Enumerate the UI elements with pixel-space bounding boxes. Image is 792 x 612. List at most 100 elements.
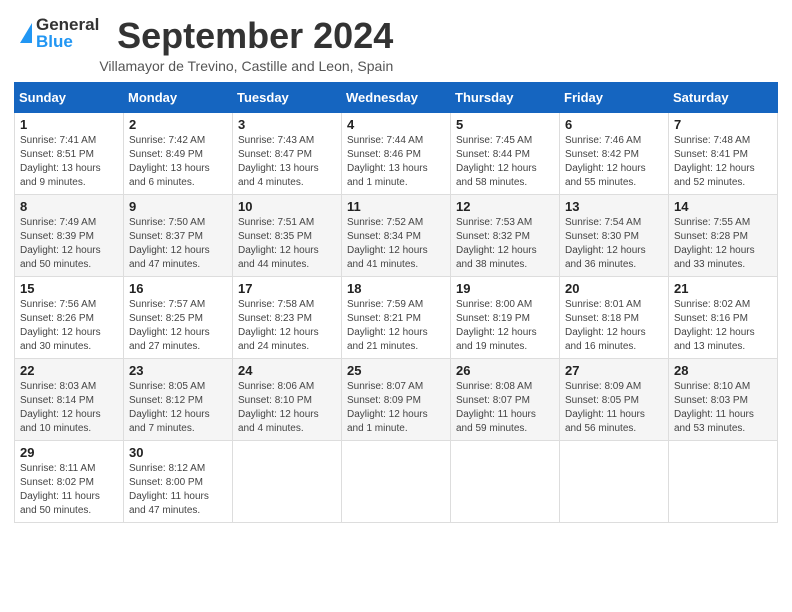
logo: General Blue [20, 16, 99, 50]
day-number: 9 [129, 199, 227, 214]
calendar-cell: 14 Sunrise: 7:55 AMSunset: 8:28 PMDayligh… [669, 194, 778, 276]
location-subtitle: Villamayor de Trevino, Castille and Leon… [99, 58, 393, 74]
calendar-cell: 25Sunrise: 8:07 AMSunset: 8:09 PMDayligh… [342, 358, 451, 440]
day-info: Sunrise: 7:44 AMSunset: 8:46 PMDaylight:… [347, 134, 445, 190]
day-info: Sunrise: 8:09 AMSunset: 8:05 PMDaylight:… [565, 380, 663, 436]
calendar-cell: 16Sunrise: 7:57 AMSunset: 8:25 PMDayligh… [124, 276, 233, 358]
day-info: Sunrise: 7:52 AMSunset: 8:34 PMDaylight:… [347, 216, 445, 272]
calendar-dow-monday: Monday [124, 82, 233, 112]
day-number: 27 [565, 363, 663, 378]
day-info: Sunrise: 8:05 AMSunset: 8:12 PMDaylight:… [129, 380, 227, 436]
calendar-cell: 18Sunrise: 7:59 AMSunset: 8:21 PMDayligh… [342, 276, 451, 358]
calendar-cell [560, 440, 669, 522]
calendar-cell: 12Sunrise: 7:53 AMSunset: 8:32 PMDayligh… [451, 194, 560, 276]
day-number: 21 [674, 281, 772, 296]
calendar-cell: 1Sunrise: 7:41 AMSunset: 8:51 PMDaylight… [15, 112, 124, 194]
calendar-dow-thursday: Thursday [451, 82, 560, 112]
day-info: Sunrise: 8:11 AMSunset: 8:02 PMDaylight:… [20, 462, 118, 518]
day-number: 23 [129, 363, 227, 378]
calendar-cell: 28 Sunrise: 8:10 AMSunset: 8:03 PMDayligh… [669, 358, 778, 440]
calendar-week-row: 22 Sunrise: 8:03 AMSunset: 8:14 PMDayligh… [15, 358, 778, 440]
day-number: 28 [674, 363, 772, 378]
calendar-dow-saturday: Saturday [669, 82, 778, 112]
calendar-week-row: 1Sunrise: 7:41 AMSunset: 8:51 PMDaylight… [15, 112, 778, 194]
logo-blue: Blue [36, 33, 99, 50]
day-number: 12 [456, 199, 554, 214]
day-info: Sunrise: 7:58 AMSunset: 8:23 PMDaylight:… [238, 298, 336, 354]
calendar-cell: 3 Sunrise: 7:43 AMSunset: 8:47 PMDaylight… [233, 112, 342, 194]
day-number: 6 [565, 117, 663, 132]
calendar-cell: 23 Sunrise: 8:05 AMSunset: 8:12 PMDayligh… [124, 358, 233, 440]
day-number: 22 [20, 363, 118, 378]
calendar-cell: 29Sunrise: 8:11 AMSunset: 8:02 PMDayligh… [15, 440, 124, 522]
day-number: 2 [129, 117, 227, 132]
day-info: Sunrise: 7:56 AMSunset: 8:26 PMDaylight:… [20, 298, 118, 354]
day-number: 3 [238, 117, 336, 132]
day-info: Sunrise: 7:49 AMSunset: 8:39 PMDaylight:… [20, 216, 118, 272]
day-number: 19 [456, 281, 554, 296]
calendar-dow-wednesday: Wednesday [342, 82, 451, 112]
calendar-cell: 24 Sunrise: 8:06 AMSunset: 8:10 PMDayligh… [233, 358, 342, 440]
calendar-cell: 11 Sunrise: 7:52 AMSunset: 8:34 PMDayligh… [342, 194, 451, 276]
page-header: General Blue September 2024 Villamayor d… [0, 0, 792, 82]
calendar-week-row: 8 Sunrise: 7:49 AMSunset: 8:39 PMDaylight… [15, 194, 778, 276]
calendar-cell: 19Sunrise: 8:00 AMSunset: 8:19 PMDayligh… [451, 276, 560, 358]
day-info: Sunrise: 7:45 AMSunset: 8:44 PMDaylight:… [456, 134, 554, 190]
day-info: Sunrise: 7:48 AMSunset: 8:41 PMDaylight:… [674, 134, 772, 190]
day-info: Sunrise: 8:12 AMSunset: 8:00 PMDaylight:… [129, 462, 227, 518]
day-info: Sunrise: 7:55 AMSunset: 8:28 PMDaylight:… [674, 216, 772, 272]
day-number: 14 [674, 199, 772, 214]
calendar-cell: 20Sunrise: 8:01 AMSunset: 8:18 PMDayligh… [560, 276, 669, 358]
calendar-cell: 22 Sunrise: 8:03 AMSunset: 8:14 PMDayligh… [15, 358, 124, 440]
calendar-week-row: 15 Sunrise: 7:56 AMSunset: 8:26 PMDayligh… [15, 276, 778, 358]
calendar-cell: 5Sunrise: 7:45 AMSunset: 8:44 PMDaylight… [451, 112, 560, 194]
day-info: Sunrise: 8:06 AMSunset: 8:10 PMDaylight:… [238, 380, 336, 436]
calendar-dow-friday: Friday [560, 82, 669, 112]
day-number: 1 [20, 117, 118, 132]
month-title: September 2024 [99, 16, 393, 56]
day-number: 8 [20, 199, 118, 214]
calendar-table: SundayMondayTuesdayWednesdayThursdayFrid… [14, 82, 778, 523]
day-number: 24 [238, 363, 336, 378]
calendar-wrapper: SundayMondayTuesdayWednesdayThursdayFrid… [0, 82, 792, 533]
day-info: Sunrise: 7:42 AMSunset: 8:49 PMDaylight:… [129, 134, 227, 190]
calendar-cell: 4Sunrise: 7:44 AMSunset: 8:46 PMDaylight… [342, 112, 451, 194]
calendar-cell: 7 Sunrise: 7:48 AMSunset: 8:41 PMDaylight… [669, 112, 778, 194]
day-info: Sunrise: 8:01 AMSunset: 8:18 PMDaylight:… [565, 298, 663, 354]
calendar-dow-tuesday: Tuesday [233, 82, 342, 112]
calendar-cell [342, 440, 451, 522]
calendar-body: 1Sunrise: 7:41 AMSunset: 8:51 PMDaylight… [15, 112, 778, 522]
day-number: 13 [565, 199, 663, 214]
day-info: Sunrise: 7:54 AMSunset: 8:30 PMDaylight:… [565, 216, 663, 272]
calendar-cell: 10 Sunrise: 7:51 AMSunset: 8:35 PMDayligh… [233, 194, 342, 276]
calendar-cell: 26 Sunrise: 8:08 AMSunset: 8:07 PMDayligh… [451, 358, 560, 440]
calendar-cell: 13 Sunrise: 7:54 AMSunset: 8:30 PMDayligh… [560, 194, 669, 276]
logo-icon [20, 23, 32, 43]
calendar-week-row: 29Sunrise: 8:11 AMSunset: 8:02 PMDayligh… [15, 440, 778, 522]
day-info: Sunrise: 7:46 AMSunset: 8:42 PMDaylight:… [565, 134, 663, 190]
day-number: 15 [20, 281, 118, 296]
logo-general: General [36, 16, 99, 33]
day-number: 16 [129, 281, 227, 296]
calendar-cell [451, 440, 560, 522]
day-number: 17 [238, 281, 336, 296]
day-info: Sunrise: 8:08 AMSunset: 8:07 PMDaylight:… [456, 380, 554, 436]
day-info: Sunrise: 8:03 AMSunset: 8:14 PMDaylight:… [20, 380, 118, 436]
calendar-cell: 17 Sunrise: 7:58 AMSunset: 8:23 PMDayligh… [233, 276, 342, 358]
calendar-cell: 6 Sunrise: 7:46 AMSunset: 8:42 PMDaylight… [560, 112, 669, 194]
day-number: 7 [674, 117, 772, 132]
calendar-cell: 30Sunrise: 8:12 AMSunset: 8:00 PMDayligh… [124, 440, 233, 522]
day-number: 11 [347, 199, 445, 214]
day-number: 18 [347, 281, 445, 296]
calendar-cell [669, 440, 778, 522]
day-number: 26 [456, 363, 554, 378]
day-info: Sunrise: 7:43 AMSunset: 8:47 PMDaylight:… [238, 134, 336, 190]
day-info: Sunrise: 8:10 AMSunset: 8:03 PMDaylight:… [674, 380, 772, 436]
logo-text: General Blue [36, 16, 99, 50]
calendar-cell [233, 440, 342, 522]
calendar-cell: 27 Sunrise: 8:09 AMSunset: 8:05 PMDayligh… [560, 358, 669, 440]
day-info: Sunrise: 7:51 AMSunset: 8:35 PMDaylight:… [238, 216, 336, 272]
calendar-header-row: SundayMondayTuesdayWednesdayThursdayFrid… [15, 82, 778, 112]
day-number: 10 [238, 199, 336, 214]
calendar-dow-sunday: Sunday [15, 82, 124, 112]
